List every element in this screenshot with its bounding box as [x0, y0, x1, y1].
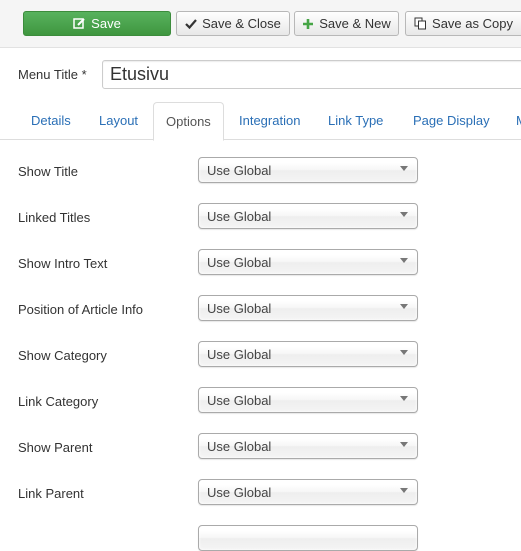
show-parent-value: Use Global — [207, 439, 272, 454]
article-info-position-select[interactable]: Use Global — [198, 295, 418, 321]
menu-title-label: Menu Title * — [18, 67, 87, 82]
linked-titles-label: Linked Titles — [18, 210, 91, 225]
toolbar: Save Save & Close Save & New Save as Cop… — [0, 0, 521, 48]
linked-titles-select[interactable]: Use Global — [198, 203, 418, 229]
caret-down-icon — [400, 396, 408, 401]
caret-down-icon — [400, 166, 408, 171]
save-label: Save — [91, 16, 121, 31]
caret-down-icon — [400, 350, 408, 355]
article-info-position-label: Position of Article Info — [18, 302, 144, 317]
show-parent-select[interactable]: Use Global — [198, 433, 418, 459]
show-category-label: Show Category — [18, 348, 107, 363]
tab-page-display[interactable]: Page Display — [413, 102, 490, 140]
save-close-label: Save & Close — [202, 16, 281, 31]
link-category-label: Link Category — [18, 394, 99, 409]
linked-titles-value: Use Global — [207, 209, 272, 224]
article-info-position-value: Use Global — [207, 301, 272, 316]
caret-down-icon — [400, 488, 408, 493]
caret-down-icon — [400, 442, 408, 447]
tab-bar: Details Layout Options Integration Link … — [0, 102, 521, 141]
tab-more[interactable]: M — [516, 102, 521, 140]
plus-icon — [302, 18, 314, 30]
tab-integration[interactable]: Integration — [239, 102, 300, 140]
tab-details[interactable]: Details — [31, 102, 71, 140]
link-category-select[interactable]: Use Global — [198, 387, 418, 413]
menu-title-input[interactable] — [102, 60, 521, 89]
save-new-label: Save & New — [319, 16, 391, 31]
show-title-value: Use Global — [207, 163, 272, 178]
show-parent-label: Show Parent — [18, 440, 93, 455]
save-new-button[interactable]: Save & New — [294, 11, 399, 36]
caret-down-icon — [400, 304, 408, 309]
tab-layout[interactable]: Layout — [99, 102, 138, 140]
show-title-label: Show Title — [18, 164, 78, 179]
next-option-select[interactable] — [198, 525, 418, 551]
copy-icon — [414, 17, 427, 30]
show-category-value: Use Global — [207, 347, 272, 362]
link-parent-select[interactable]: Use Global — [198, 479, 418, 505]
save-copy-label: Save as Copy — [432, 16, 513, 31]
checkmark-icon — [185, 18, 197, 30]
show-intro-text-select[interactable]: Use Global — [198, 249, 418, 275]
show-intro-text-label: Show Intro Text — [18, 256, 108, 271]
save-copy-button[interactable]: Save as Copy — [405, 11, 521, 36]
tab-options[interactable]: Options — [153, 102, 224, 141]
show-intro-text-value: Use Global — [207, 255, 272, 270]
link-category-value: Use Global — [207, 393, 272, 408]
save-button[interactable]: Save — [23, 11, 171, 36]
caret-down-icon — [400, 258, 408, 263]
save-close-button[interactable]: Save & Close — [176, 11, 290, 36]
show-title-select[interactable]: Use Global — [198, 157, 418, 183]
show-category-select[interactable]: Use Global — [198, 341, 418, 367]
tab-link-type[interactable]: Link Type — [328, 102, 383, 140]
edit-icon — [73, 17, 86, 30]
link-parent-value: Use Global — [207, 485, 272, 500]
link-parent-label: Link Parent — [18, 486, 84, 501]
caret-down-icon — [400, 212, 408, 217]
